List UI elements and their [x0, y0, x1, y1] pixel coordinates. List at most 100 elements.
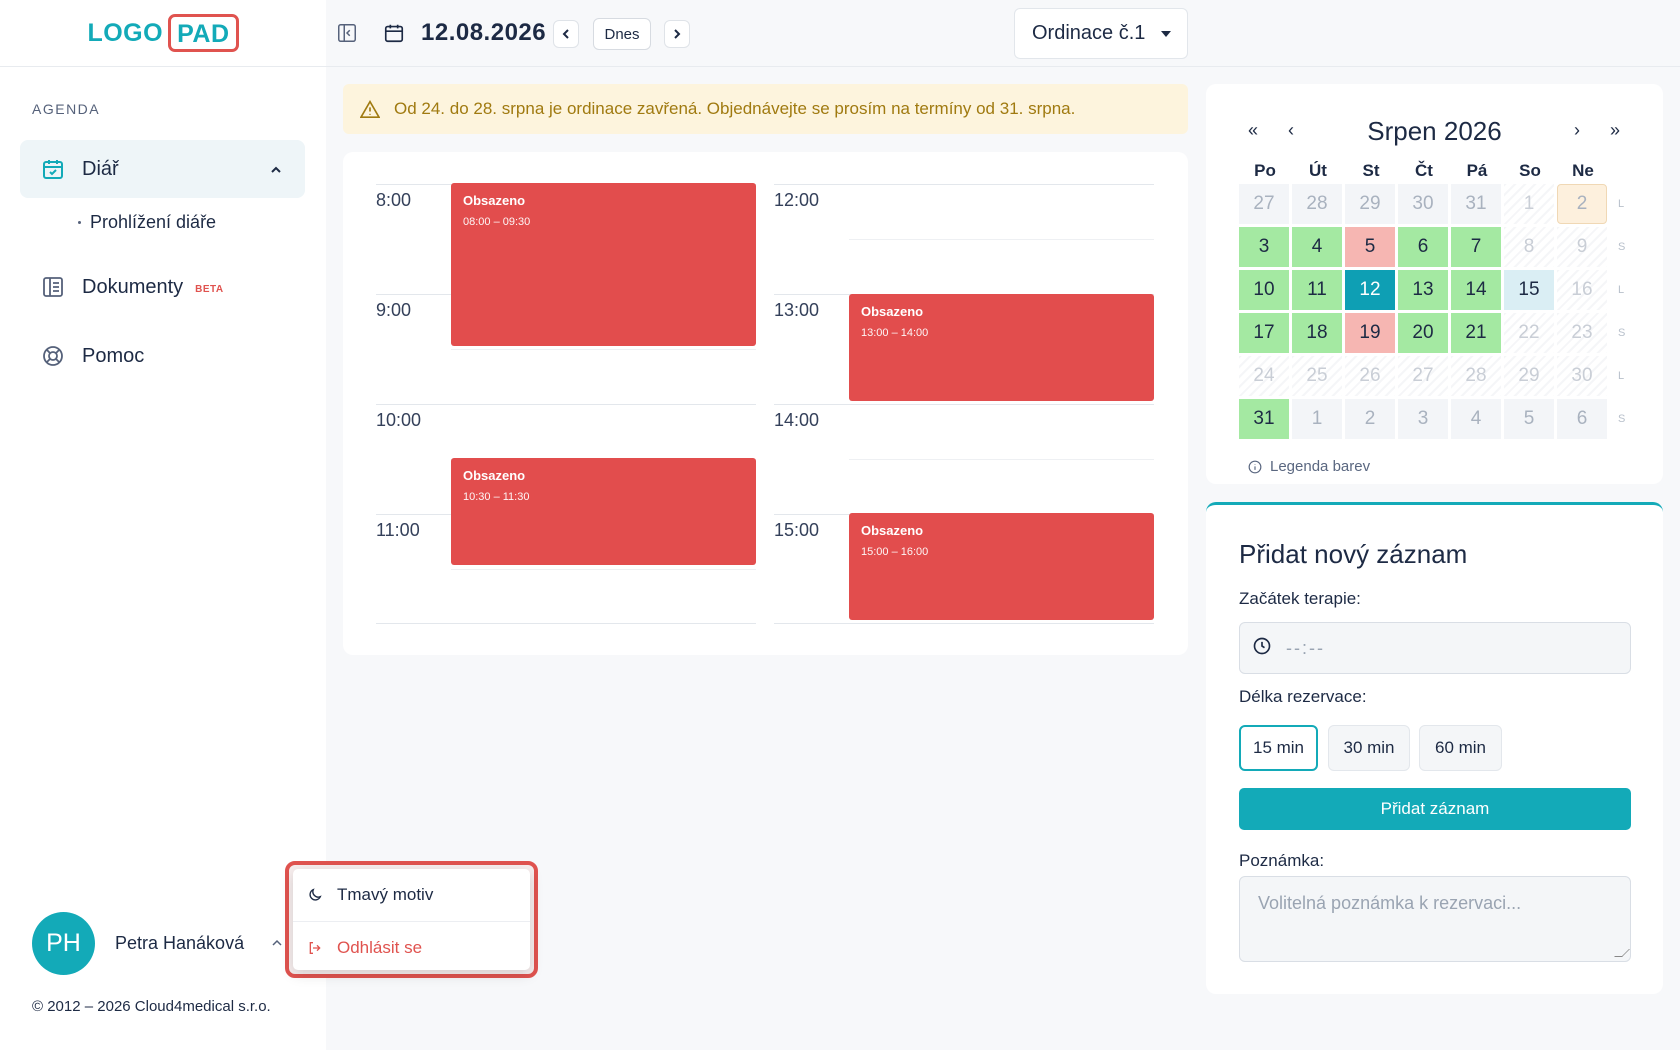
- resize-grip-icon[interactable]: [1614, 949, 1630, 957]
- office-select[interactable]: Ordinace č.1: [1014, 8, 1188, 59]
- slot-time-range: 13:00 – 14:00: [861, 327, 929, 339]
- sidebar-item-diar[interactable]: Diář: [20, 140, 305, 198]
- lifebuoy-icon: [40, 343, 66, 369]
- calendar-day: 9: [1557, 227, 1607, 267]
- calendar-day[interactable]: 19: [1345, 313, 1395, 353]
- book-icon: [40, 274, 66, 300]
- day-schedule: 8:00 9:00 10:00 11:00 Obsazeno 08:00 – 0…: [343, 152, 1188, 655]
- logout-icon: [307, 940, 327, 956]
- hour-label: 8:00: [376, 190, 412, 210]
- office-select-value: Ordinace č.1: [1032, 22, 1146, 44]
- next-year-button[interactable]: »: [1610, 120, 1620, 141]
- next-month-button[interactable]: ›: [1574, 120, 1580, 141]
- week-parity-label: L: [1618, 284, 1625, 296]
- add-record-button[interactable]: Přidat záznam: [1239, 788, 1631, 830]
- calendar-day[interactable]: 21: [1451, 313, 1501, 353]
- calendar-day: 28: [1292, 184, 1342, 224]
- duration-label: Délka rezervace:: [1239, 687, 1367, 706]
- calendar-day: 16: [1557, 270, 1607, 310]
- note-textarea[interactable]: Volitelná poznámka k rezervaci...: [1239, 876, 1631, 962]
- sidebar-subitem-prohlizeni[interactable]: Prohlížení diáře: [78, 212, 216, 233]
- duration-15-button[interactable]: 15 min: [1239, 725, 1318, 771]
- duration-30-button[interactable]: 30 min: [1328, 725, 1410, 771]
- info-icon: [1248, 460, 1262, 474]
- slot-time-range: 08:00 – 09:30: [463, 216, 531, 228]
- sidebar-item-dokumenty[interactable]: Dokumenty BETA: [20, 258, 305, 316]
- calendar-day: 22: [1504, 313, 1554, 353]
- calendar-day: 6: [1557, 399, 1607, 439]
- calendar-day[interactable]: 13: [1398, 270, 1448, 310]
- sidebar-toggle-icon[interactable]: [336, 22, 358, 49]
- hour-label: 14:00: [774, 410, 820, 430]
- calendar-day[interactable]: 5: [1345, 227, 1395, 267]
- hour-label: 13:00: [774, 300, 820, 320]
- color-legend[interactable]: Legenda barev: [1248, 458, 1370, 475]
- calendar-day[interactable]: 3: [1239, 227, 1289, 267]
- calendar-day: 26: [1345, 356, 1395, 396]
- weekday-label: Út: [1309, 161, 1327, 180]
- booked-slot[interactable]: Obsazeno 08:00 – 09:30: [451, 183, 756, 346]
- week-parity-label: S: [1618, 241, 1626, 253]
- sidebar-item-label: Dokumenty: [82, 275, 184, 298]
- prev-day-button[interactable]: [553, 20, 579, 48]
- duration-60-button[interactable]: 60 min: [1419, 725, 1502, 771]
- next-day-button[interactable]: [664, 20, 690, 48]
- calendar-day[interactable]: 6: [1398, 227, 1448, 267]
- slot-time-range: 10:30 – 11:30: [463, 491, 530, 503]
- warning-icon: [360, 100, 380, 118]
- logout-label: Odhlásit se: [337, 937, 423, 957]
- weekday-label: Ne: [1572, 161, 1594, 180]
- week-parity-label: L: [1618, 198, 1625, 210]
- calendar-day[interactable]: 10: [1239, 270, 1289, 310]
- booked-slot[interactable]: Obsazeno 13:00 – 14:00: [849, 294, 1154, 401]
- calendar-day[interactable]: 4: [1292, 227, 1342, 267]
- chevron-up-icon[interactable]: [269, 160, 283, 183]
- closure-alert: Od 24. do 28. srpna je ordinace zavřená.…: [343, 84, 1188, 134]
- calendar-day[interactable]: 2: [1557, 184, 1607, 224]
- calendar-day[interactable]: 20: [1398, 313, 1448, 353]
- half-hour-line: [451, 349, 756, 350]
- sidebar-item-label: Diář: [82, 157, 119, 180]
- calendar-day[interactable]: 31: [1239, 399, 1289, 439]
- slot-title: Obsazeno: [861, 523, 924, 538]
- booked-slot[interactable]: Obsazeno 10:30 – 11:30: [451, 458, 756, 565]
- alert-text: Od 24. do 28. srpna je ordinace zavřená.…: [394, 99, 1076, 118]
- start-time-label: Začátek terapie:: [1239, 589, 1361, 608]
- chevron-up-icon[interactable]: [270, 936, 284, 955]
- calendar-check-icon: [40, 156, 66, 182]
- moon-icon: [307, 887, 327, 903]
- half-hour-line: [451, 569, 756, 570]
- today-button[interactable]: Dnes: [593, 18, 651, 50]
- booked-slot[interactable]: Obsazeno 15:00 – 16:00: [849, 513, 1154, 620]
- calendar-day: 27: [1239, 184, 1289, 224]
- week-parity-label: S: [1618, 413, 1626, 425]
- logo-bar: LOGO PAD: [0, 0, 326, 67]
- sidebar: LOGO PAD AGENDA Diář Prohlížení diáře Do…: [0, 0, 326, 1050]
- logout-item[interactable]: Odhlásit se: [293, 921, 530, 973]
- calendar-day[interactable]: 12: [1345, 270, 1395, 310]
- weekday-label: Čt: [1415, 161, 1433, 180]
- month-calendar: « ‹ Srpen 2026 › » Po Út St Čt Pá So Ne …: [1206, 84, 1663, 484]
- calendar-day[interactable]: 17: [1239, 313, 1289, 353]
- slot-title: Obsazeno: [463, 468, 526, 483]
- calendar-day[interactable]: 7: [1451, 227, 1501, 267]
- bullet-dot: [78, 221, 81, 224]
- calendar-day[interactable]: 14: [1451, 270, 1501, 310]
- form-title: Přidat nový záznam: [1239, 539, 1468, 569]
- hour-label: 10:00: [376, 410, 422, 430]
- start-time-input[interactable]: --:--: [1239, 622, 1631, 674]
- calendar-day[interactable]: 18: [1292, 313, 1342, 353]
- avatar[interactable]: PH: [32, 912, 95, 975]
- weekday-label: St: [1362, 161, 1380, 180]
- calendar-day[interactable]: 15: [1504, 270, 1554, 310]
- user-menu-popup: Tmavý motiv Odhlásit se: [285, 861, 538, 978]
- week-parity-label: L: [1618, 370, 1625, 382]
- sidebar-item-pomoc[interactable]: Pomoc: [20, 327, 305, 385]
- logo[interactable]: LOGO PAD: [87, 14, 239, 52]
- calendar-day: 1: [1292, 399, 1342, 439]
- hour-label: 15:00: [774, 520, 820, 540]
- dark-theme-item[interactable]: Tmavý motiv: [293, 869, 530, 921]
- user-profile[interactable]: PH Petra Hanáková: [32, 912, 282, 975]
- calendar-day[interactable]: 11: [1292, 270, 1342, 310]
- calendar-day: 5: [1504, 399, 1554, 439]
